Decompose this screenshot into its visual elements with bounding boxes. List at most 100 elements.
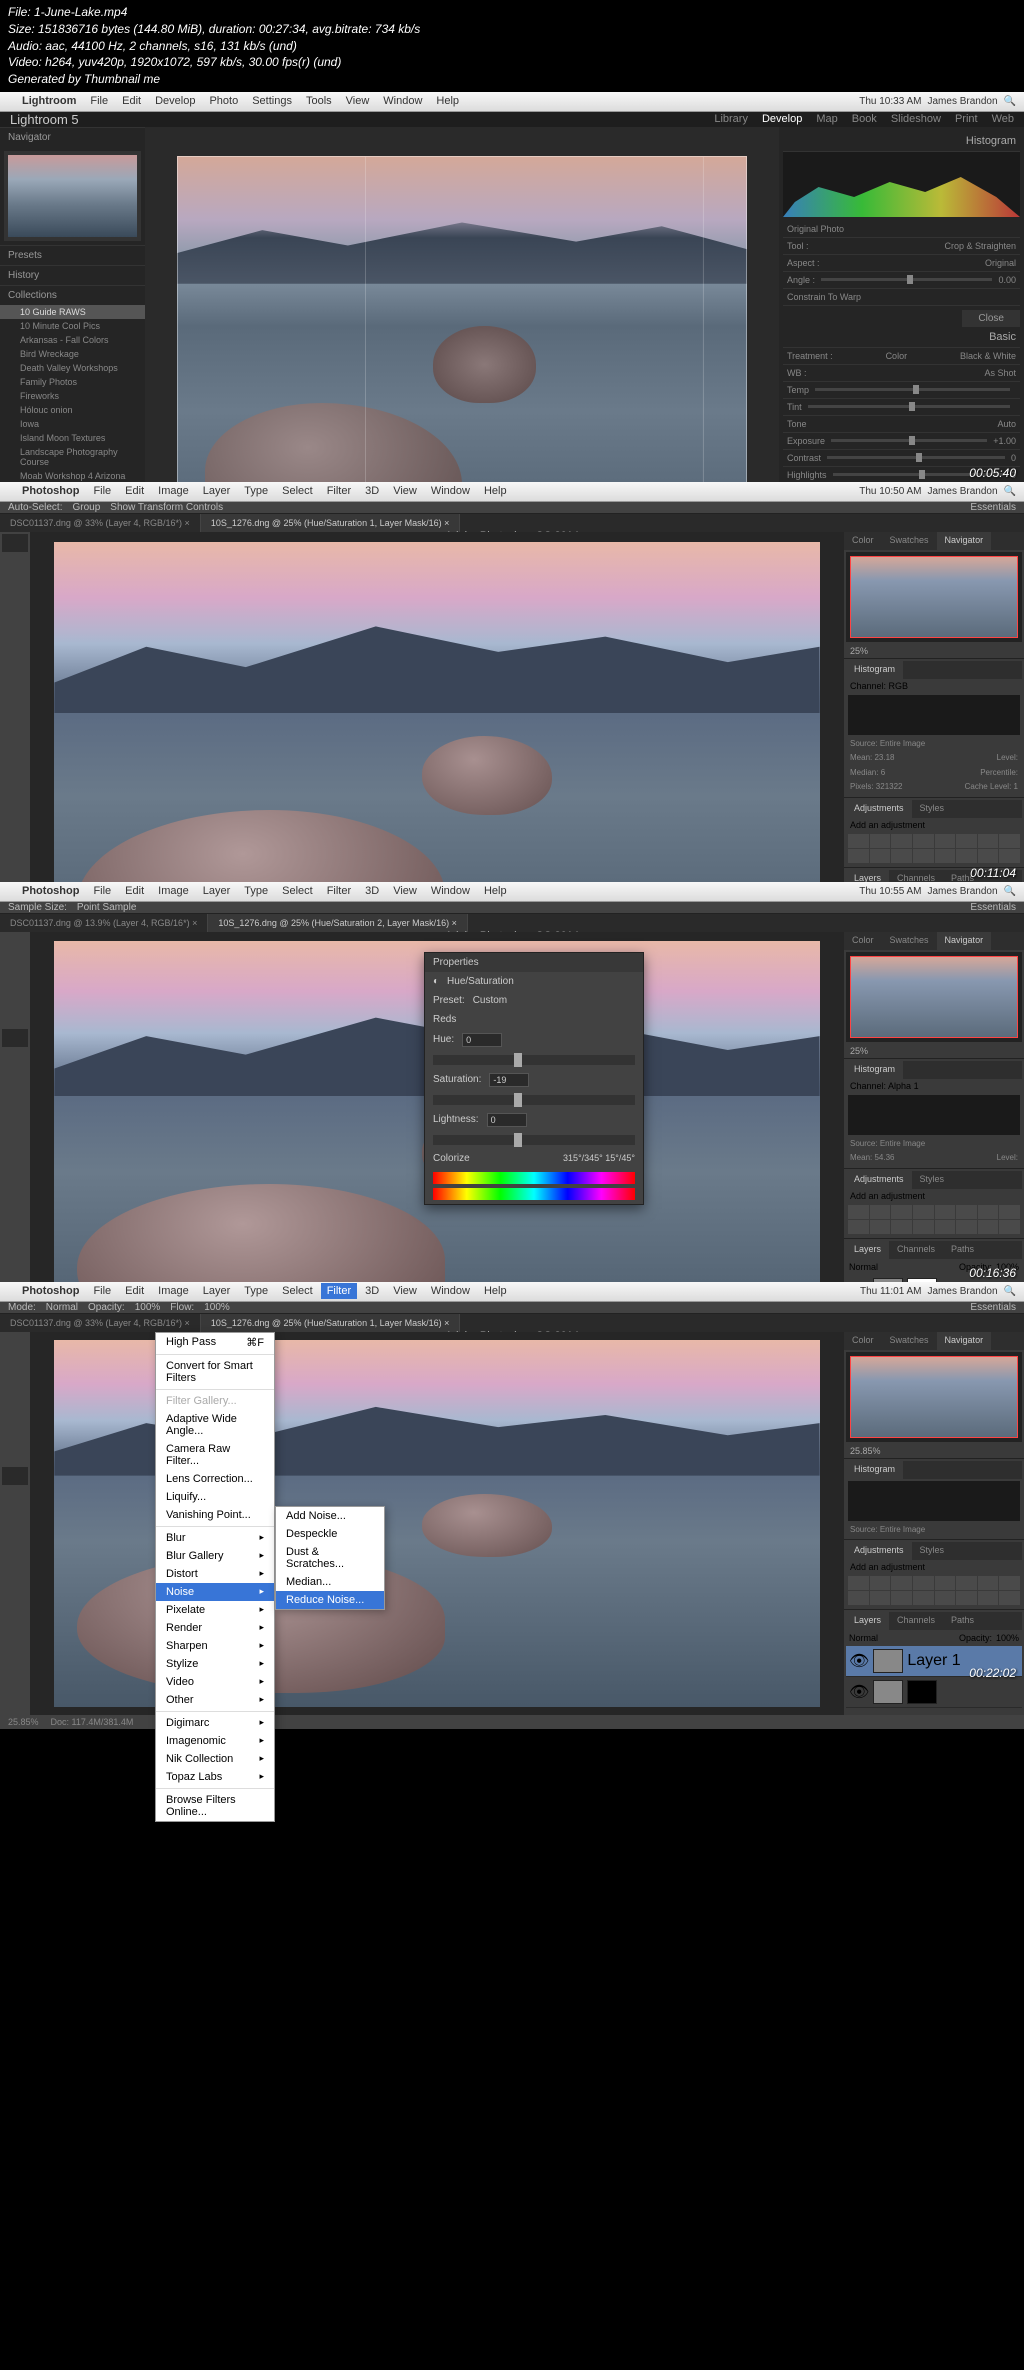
- move-tool[interactable]: [2, 934, 28, 952]
- menu-select[interactable]: Select: [282, 1285, 313, 1297]
- doc-tab[interactable]: DSC01137.dng @ 33% (Layer 4, RGB/16*) ×: [0, 1314, 201, 1332]
- pen-tool[interactable]: [2, 1200, 28, 1218]
- hand-tool[interactable]: [2, 1676, 28, 1694]
- navigator-preview[interactable]: [4, 151, 141, 241]
- marquee-tool[interactable]: [2, 1353, 28, 1371]
- wand-tool[interactable]: [2, 1391, 28, 1409]
- menu-tools[interactable]: Tools: [306, 95, 332, 107]
- properties-panel[interactable]: Properties ◐Hue/Saturation Preset:Custom…: [424, 952, 644, 1205]
- menu-type[interactable]: Type: [244, 1285, 268, 1297]
- menu-filter[interactable]: Filter: [321, 1283, 357, 1299]
- filter-gallery[interactable]: Filter Gallery...: [156, 1392, 274, 1410]
- clock[interactable]: Thu 11:01 AM: [860, 1286, 922, 1297]
- tab-channels[interactable]: Channels: [889, 1241, 943, 1259]
- collection-item[interactable]: Bird Wreckage: [0, 347, 145, 361]
- menu-help[interactable]: Help: [484, 1285, 507, 1297]
- clock[interactable]: Thu 10:50 AM: [859, 486, 921, 497]
- heal-tool[interactable]: [2, 1448, 28, 1466]
- filter-camera-raw[interactable]: Camera Raw Filter...: [156, 1440, 274, 1470]
- stamp-tool[interactable]: [2, 686, 28, 704]
- tab-histogram[interactable]: Histogram: [846, 661, 903, 679]
- temp-slider[interactable]: [815, 388, 1010, 391]
- path-tool[interactable]: [2, 1638, 28, 1656]
- zoom-level[interactable]: 25%: [844, 644, 1024, 658]
- tab-adjustments[interactable]: Adjustments: [846, 800, 912, 818]
- tab-histogram[interactable]: Histogram: [846, 1061, 903, 1079]
- nav-library[interactable]: Library: [714, 113, 748, 125]
- eraser-tool[interactable]: [2, 1524, 28, 1542]
- path-tool[interactable]: [2, 838, 28, 856]
- nav-map[interactable]: Map: [816, 113, 837, 125]
- menu-layer[interactable]: Layer: [203, 485, 231, 497]
- angle-slider[interactable]: [821, 278, 992, 281]
- navigator-preview[interactable]: [846, 952, 1022, 1042]
- preset-dropdown[interactable]: Custom: [473, 995, 507, 1006]
- heal-tool[interactable]: [2, 648, 28, 666]
- filter-noise[interactable]: Noise: [156, 1583, 274, 1601]
- channel-value[interactable]: RGB: [889, 681, 909, 691]
- doc-tab-active[interactable]: 10S_1276.dng @ 25% (Hue/Saturation 2, La…: [208, 914, 468, 932]
- menu-image[interactable]: Image: [158, 1285, 189, 1297]
- eyedropper-tool[interactable]: [2, 1429, 28, 1447]
- lasso-tool[interactable]: [2, 1372, 28, 1390]
- wb-value[interactable]: As Shot: [984, 368, 1016, 378]
- menu-type[interactable]: Type: [244, 885, 268, 897]
- workspace-label[interactable]: Essentials: [970, 902, 1016, 913]
- menu-file[interactable]: File: [93, 485, 111, 497]
- menu-window[interactable]: Window: [431, 885, 470, 897]
- filter-stylize[interactable]: Stylize: [156, 1655, 274, 1673]
- filter-render[interactable]: Render: [156, 1619, 274, 1637]
- tab-swatches[interactable]: Swatches: [882, 532, 937, 550]
- blur-tool[interactable]: [2, 1162, 28, 1180]
- menu-window[interactable]: Window: [383, 95, 422, 107]
- spotlight-icon[interactable]: 🔍: [1004, 486, 1016, 497]
- filter-distort[interactable]: Distort: [156, 1565, 274, 1583]
- menu-layer[interactable]: Layer: [203, 885, 231, 897]
- path-tool[interactable]: [2, 1238, 28, 1256]
- doc-tab-active[interactable]: 10S_1276.dng @ 25% (Hue/Saturation 1, La…: [201, 1314, 461, 1332]
- gradient-tool[interactable]: [2, 1143, 28, 1161]
- contrast-value[interactable]: 0: [1011, 453, 1016, 463]
- menu-layer[interactable]: Layer: [203, 1285, 231, 1297]
- filter-imagenomic[interactable]: Imagenomic: [156, 1732, 274, 1750]
- lightness-slider[interactable]: [433, 1135, 635, 1145]
- exposure-slider[interactable]: [831, 439, 987, 442]
- menu-view[interactable]: View: [346, 95, 370, 107]
- brush-tool[interactable]: [2, 1067, 28, 1085]
- eraser-tool[interactable]: [2, 724, 28, 742]
- history-header[interactable]: History: [0, 265, 145, 285]
- tab-styles[interactable]: Styles: [912, 800, 953, 818]
- username[interactable]: James Brandon: [928, 886, 998, 897]
- hue-strip-bottom[interactable]: [433, 1188, 635, 1200]
- collection-item[interactable]: Landscape Photography Course: [0, 445, 145, 469]
- contrast-slider[interactable]: [827, 456, 1005, 459]
- close-button[interactable]: Close: [962, 310, 1020, 327]
- auto-select-dropdown[interactable]: Group: [72, 502, 100, 513]
- username[interactable]: James Brandon: [928, 96, 998, 107]
- filter-pixelate[interactable]: Pixelate: [156, 1601, 274, 1619]
- exposure-value[interactable]: +1.00: [993, 436, 1016, 446]
- menu-filter[interactable]: Filter: [327, 485, 351, 497]
- doc-tab[interactable]: DSC01137.dng @ 13.9% (Layer 4, RGB/16*) …: [0, 914, 208, 932]
- menu-view[interactable]: View: [393, 1285, 417, 1297]
- zoom-status[interactable]: 25.85%: [8, 1717, 39, 1727]
- menu-view[interactable]: View: [393, 885, 417, 897]
- canvas[interactable]: [30, 1332, 844, 1715]
- zoom-tool[interactable]: [2, 1695, 28, 1713]
- color-range-dropdown[interactable]: Reds: [433, 1014, 456, 1025]
- nav-develop[interactable]: Develop: [762, 113, 802, 125]
- filter-sharpen[interactable]: Sharpen: [156, 1637, 274, 1655]
- clock[interactable]: Thu 10:33 AM: [859, 96, 921, 107]
- collection-item[interactable]: Arkansas - Fall Colors: [0, 333, 145, 347]
- menu-develop[interactable]: Develop: [155, 95, 195, 107]
- eraser-tool[interactable]: [2, 1124, 28, 1142]
- filter-lens-correction[interactable]: Lens Correction...: [156, 1470, 274, 1488]
- menu-image[interactable]: Image: [158, 885, 189, 897]
- transform-checkbox[interactable]: Show Transform Controls: [110, 502, 223, 513]
- menu-edit[interactable]: Edit: [125, 485, 144, 497]
- treatment-color[interactable]: Color: [886, 351, 908, 361]
- navigator-preview[interactable]: [846, 552, 1022, 642]
- type-tool[interactable]: [2, 819, 28, 837]
- nav-web[interactable]: Web: [992, 113, 1014, 125]
- menu-type[interactable]: Type: [244, 485, 268, 497]
